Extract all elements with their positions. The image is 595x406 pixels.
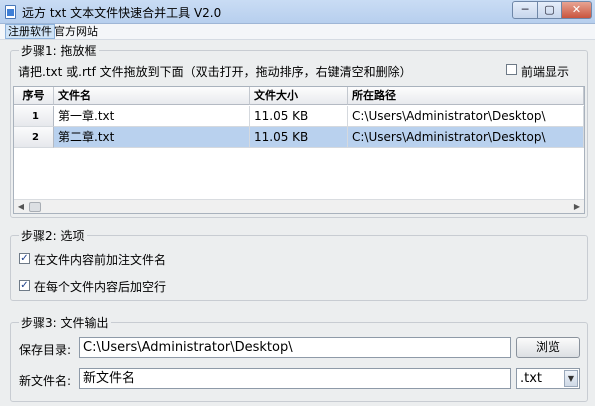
column-header-path[interactable]: 所在路径 [348, 87, 584, 105]
row-size: 11.05 KB [250, 106, 348, 127]
option-prepend-filename-checkbox[interactable]: ✓ [19, 253, 30, 264]
file-list-table[interactable]: 序号 文件名 文件大小 所在路径 1 第一章.txt 11.05 KB C:\U… [13, 86, 585, 214]
table-row[interactable]: 1 第一章.txt 11.05 KB C:\Users\Administrato… [14, 106, 584, 127]
app-icon [5, 5, 16, 19]
row-filename: 第一章.txt [54, 106, 250, 127]
extension-select[interactable]: .txt ▼ [516, 368, 580, 389]
front-display-label[interactable]: 前端显示 [521, 63, 569, 80]
row-index: 1 [14, 106, 54, 127]
chevron-down-icon[interactable]: ▼ [564, 370, 578, 387]
row-path: C:\Users\Administrator\Desktop\ [348, 127, 584, 148]
row-path: C:\Users\Administrator\Desktop\ [348, 106, 584, 127]
browse-button[interactable]: 浏览 [516, 337, 580, 358]
new-filename-input[interactable]: 新文件名 [79, 368, 511, 389]
horizontal-scrollbar[interactable]: ◀ ▶ [14, 199, 584, 213]
option-prepend-filename-label[interactable]: 在文件内容前加注文件名 [34, 251, 166, 268]
row-size: 11.05 KB [250, 127, 348, 148]
column-header-index[interactable]: 序号 [14, 87, 54, 105]
drop-instruction: 请把.txt 或.rtf 文件拖放到下面（双击打开，拖动排序，右键清空和删除） [18, 65, 412, 79]
front-display-checkbox[interactable] [506, 64, 517, 75]
scroll-right-icon[interactable]: ▶ [570, 201, 584, 213]
step1-group: 步骤1: 拖放框 请把.txt 或.rtf 文件拖放到下面（双击打开，拖动排序，… [10, 42, 588, 218]
new-filename-label: 新文件名: [19, 374, 72, 388]
title-bar: 远方 txt 文本文件快速合并工具 V2.0 ─ ▢ ✕ [0, 0, 595, 24]
table-row[interactable]: 2 第二章.txt 11.05 KB C:\Users\Administrato… [14, 127, 584, 148]
menu-register[interactable]: 注册软件 [5, 24, 55, 39]
column-header-filename[interactable]: 文件名 [54, 87, 250, 105]
scroll-left-icon[interactable]: ◀ [14, 201, 28, 213]
menu-official-site[interactable]: 官方网站 [52, 24, 100, 39]
window-title: 远方 txt 文本文件快速合并工具 V2.0 [22, 6, 222, 20]
step3-title: 步骤3: 文件输出 [19, 314, 111, 331]
option-append-blank-line-label[interactable]: 在每个文件内容后加空行 [34, 278, 166, 295]
row-index: 2 [14, 127, 54, 148]
row-filename: 第二章.txt [54, 127, 250, 148]
step3-group: 步骤3: 文件输出 保存目录: C:\Users\Administrator\D… [10, 314, 588, 402]
maximize-button[interactable]: ▢ [538, 1, 562, 19]
extension-value: .txt [520, 371, 543, 386]
scroll-thumb[interactable] [29, 202, 41, 212]
save-dir-label: 保存目录: [19, 343, 72, 357]
menu-bar: 注册软件 官方网站 [0, 24, 595, 40]
column-header-size[interactable]: 文件大小 [250, 87, 348, 105]
save-dir-input[interactable]: C:\Users\Administrator\Desktop\ [79, 337, 511, 358]
step2-group: 步骤2: 选项 ✓ 在文件内容前加注文件名 ✓ 在每个文件内容后加空行 [10, 227, 588, 301]
close-button[interactable]: ✕ [562, 1, 592, 19]
step2-title: 步骤2: 选项 [19, 227, 87, 244]
step1-title: 步骤1: 拖放框 [19, 42, 99, 59]
minimize-button[interactable]: ─ [512, 1, 538, 19]
option-append-blank-line-checkbox[interactable]: ✓ [19, 280, 30, 291]
